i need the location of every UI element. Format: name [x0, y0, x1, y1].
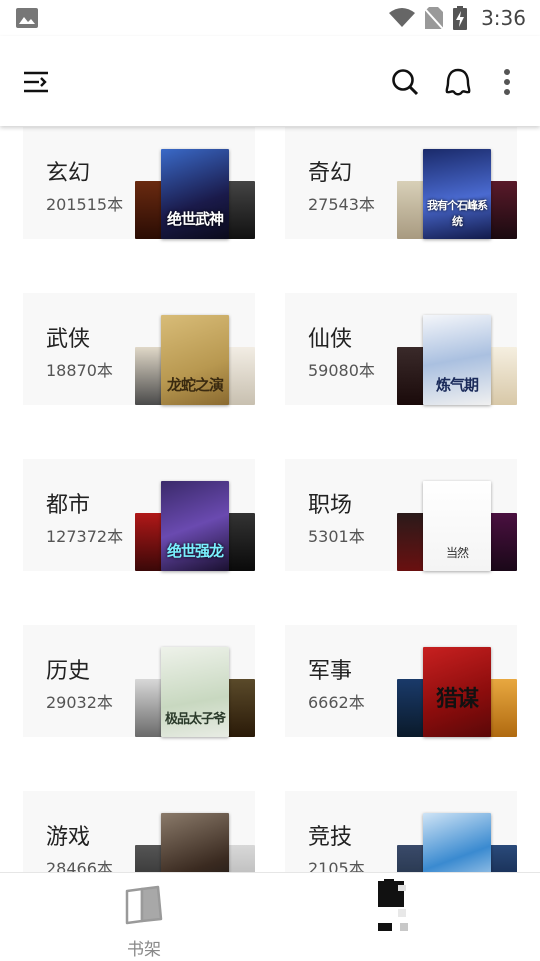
category-name: 游戏 [46, 825, 91, 850]
category-name: 竞技 [308, 825, 353, 850]
nav-bookstore-tab[interactable] [372, 879, 422, 949]
book-cover: 竞技 [423, 813, 491, 872]
category-card-youxi[interactable]: 游戏 28466本 游戏 [23, 791, 255, 872]
book-cover [135, 679, 163, 737]
category-name: 职场 [308, 493, 353, 518]
gallery-notification-icon [16, 8, 38, 28]
book-cover [135, 513, 163, 571]
category-count: 59080本 [308, 361, 375, 380]
category-name: 军事 [308, 659, 353, 684]
category-name: 奇幻 [308, 161, 353, 186]
category-count: 29032本 [46, 693, 113, 712]
book-cover: 绝世强龙 [161, 481, 229, 571]
category-name: 武侠 [46, 327, 91, 352]
category-count: 18870本 [46, 361, 113, 380]
book-cover [489, 347, 517, 405]
category-card-xianxia[interactable]: 仙侠 59080本 炼气期 [285, 293, 517, 405]
category-grid: 玄幻 201515本 绝世武神 奇幻 27543本 我有个石峰系统 武侠 188… [0, 126, 540, 872]
category-card-dushi[interactable]: 都市 127372本 绝世强龙 [23, 459, 255, 571]
category-count: 27543本 [308, 195, 375, 214]
book-cover: 龙蛇之演 [161, 315, 229, 405]
book-cover [397, 845, 425, 872]
book-cover [489, 679, 517, 737]
category-count: 6662本 [308, 693, 365, 712]
category-count: 201515本 [46, 195, 124, 214]
search-icon[interactable] [388, 65, 422, 99]
category-card-xuanhuan[interactable]: 玄幻 201515本 绝世武神 [23, 127, 255, 239]
menu-expand-icon[interactable] [19, 65, 53, 99]
ghost-icon[interactable] [441, 65, 475, 99]
book-cover [397, 679, 425, 737]
status-time: 3:36 [481, 6, 526, 30]
book-cover [227, 845, 255, 872]
book-cover [397, 513, 425, 571]
battery-charging-icon [453, 6, 468, 30]
category-count: 127372本 [46, 527, 124, 546]
open-book-icon [125, 885, 163, 925]
bottom-navigation: 书架 [0, 872, 540, 961]
book-cover [135, 181, 163, 239]
book-cover: 游戏 [161, 813, 229, 872]
book-cover: 炼气期 [423, 315, 491, 405]
book-store-icon [378, 879, 408, 931]
category-name: 仙侠 [308, 327, 353, 352]
book-cover [227, 181, 255, 239]
category-name: 玄幻 [46, 161, 91, 186]
no-sim-icon [425, 7, 444, 29]
book-cover: 我有个石峰系统 [423, 149, 491, 239]
category-card-qihuan[interactable]: 奇幻 27543本 我有个石峰系统 [285, 127, 517, 239]
category-name: 都市 [46, 493, 91, 518]
more-vertical-icon[interactable] [490, 65, 524, 99]
book-cover: 极品太子爷 [161, 647, 229, 737]
book-cover [397, 347, 425, 405]
category-count: 2105本 [308, 859, 365, 872]
category-card-junshi[interactable]: 军事 6662本 猎谋 [285, 625, 517, 737]
nav-bookshelf-label: 书架 [127, 940, 161, 960]
category-name: 历史 [46, 659, 91, 684]
book-cover [489, 513, 517, 571]
app-toolbar [0, 36, 540, 126]
book-cover [489, 181, 517, 239]
book-cover: 猎谋 [423, 647, 491, 737]
nav-bookshelf-tab[interactable]: 书架 [104, 883, 184, 960]
book-cover [227, 347, 255, 405]
book-cover: 当然 [423, 481, 491, 571]
status-bar: 3:36 [0, 0, 540, 36]
book-cover [397, 181, 425, 239]
book-cover: 绝世武神 [161, 149, 229, 239]
book-cover [135, 845, 163, 872]
book-cover [135, 347, 163, 405]
category-count: 28466本 [46, 859, 113, 872]
book-cover [227, 513, 255, 571]
category-card-jingji[interactable]: 竞技 2105本 竞技 [285, 791, 517, 872]
wifi-icon [389, 8, 416, 27]
book-cover [489, 845, 517, 872]
category-card-wuxia[interactable]: 武侠 18870本 龙蛇之演 [23, 293, 255, 405]
category-card-lishi[interactable]: 历史 29032本 极品太子爷 [23, 625, 255, 737]
category-count: 5301本 [308, 527, 365, 546]
book-cover [227, 679, 255, 737]
category-card-zhichang[interactable]: 职场 5301本 当然 [285, 459, 517, 571]
